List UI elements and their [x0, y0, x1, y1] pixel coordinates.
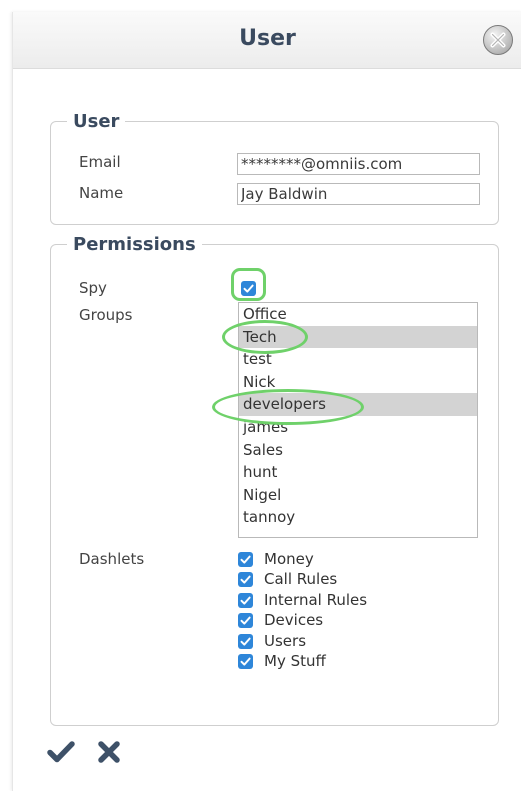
email-label: Email — [79, 153, 121, 171]
checkmark-icon — [243, 284, 254, 293]
dashlet-checkbox[interactable] — [238, 593, 253, 608]
dashlet-checkbox[interactable] — [238, 654, 253, 669]
cross-icon — [98, 741, 120, 763]
checkmark-icon — [240, 657, 251, 666]
dashlet-checkbox[interactable] — [238, 572, 253, 587]
dashlet-label: Devices — [264, 611, 324, 629]
group-option[interactable]: hunt — [239, 461, 477, 484]
checkmark-icon — [240, 637, 251, 646]
name-label: Name — [79, 184, 124, 202]
group-option-selected[interactable]: Tech — [239, 325, 477, 349]
spy-label: Spy — [79, 279, 107, 297]
groups-listbox[interactable]: Office Tech test Nick developers james S… — [238, 302, 478, 538]
dashlet-label: Call Rules — [264, 570, 338, 588]
group-option[interactable]: Nick — [239, 371, 477, 394]
dashlet-label: Users — [264, 632, 307, 650]
user-legend: User — [73, 111, 120, 132]
checkmark-icon — [240, 575, 251, 584]
checkmark-icon — [240, 616, 251, 625]
name-field[interactable] — [237, 183, 480, 205]
group-option[interactable]: test — [239, 348, 477, 371]
checkmark-icon — [240, 596, 251, 605]
dialog-titlebar: User — [13, 12, 521, 69]
checkmark-icon — [240, 555, 251, 564]
dashlet-label: Money — [264, 550, 314, 568]
group-option-selected[interactable]: developers — [239, 393, 477, 416]
dashlet-checkbox[interactable] — [238, 613, 253, 628]
permissions-legend: Permissions — [73, 234, 196, 255]
cancel-button[interactable] — [97, 740, 121, 768]
email-field[interactable] — [237, 153, 480, 175]
group-option[interactable]: tannoy — [239, 506, 477, 529]
dashlet-checkbox[interactable] — [238, 552, 253, 567]
dashlets-label: Dashlets — [79, 550, 145, 568]
group-option[interactable]: Office — [239, 303, 477, 326]
dashlet-label: Internal Rules — [264, 591, 368, 609]
save-button[interactable] — [47, 740, 75, 768]
groups-label: Groups — [79, 306, 133, 324]
spy-checkbox[interactable] — [241, 281, 256, 296]
group-option[interactable]: james — [239, 416, 477, 439]
close-icon — [490, 32, 506, 48]
dashlet-checkbox[interactable] — [238, 634, 253, 649]
dashlet-label: My Stuff — [264, 652, 326, 670]
group-option[interactable]: Nigel — [239, 484, 477, 507]
dialog-title: User — [239, 26, 296, 51]
close-button[interactable] — [483, 25, 513, 55]
group-option[interactable]: Sales — [239, 439, 477, 462]
checkmark-icon — [47, 741, 75, 763]
